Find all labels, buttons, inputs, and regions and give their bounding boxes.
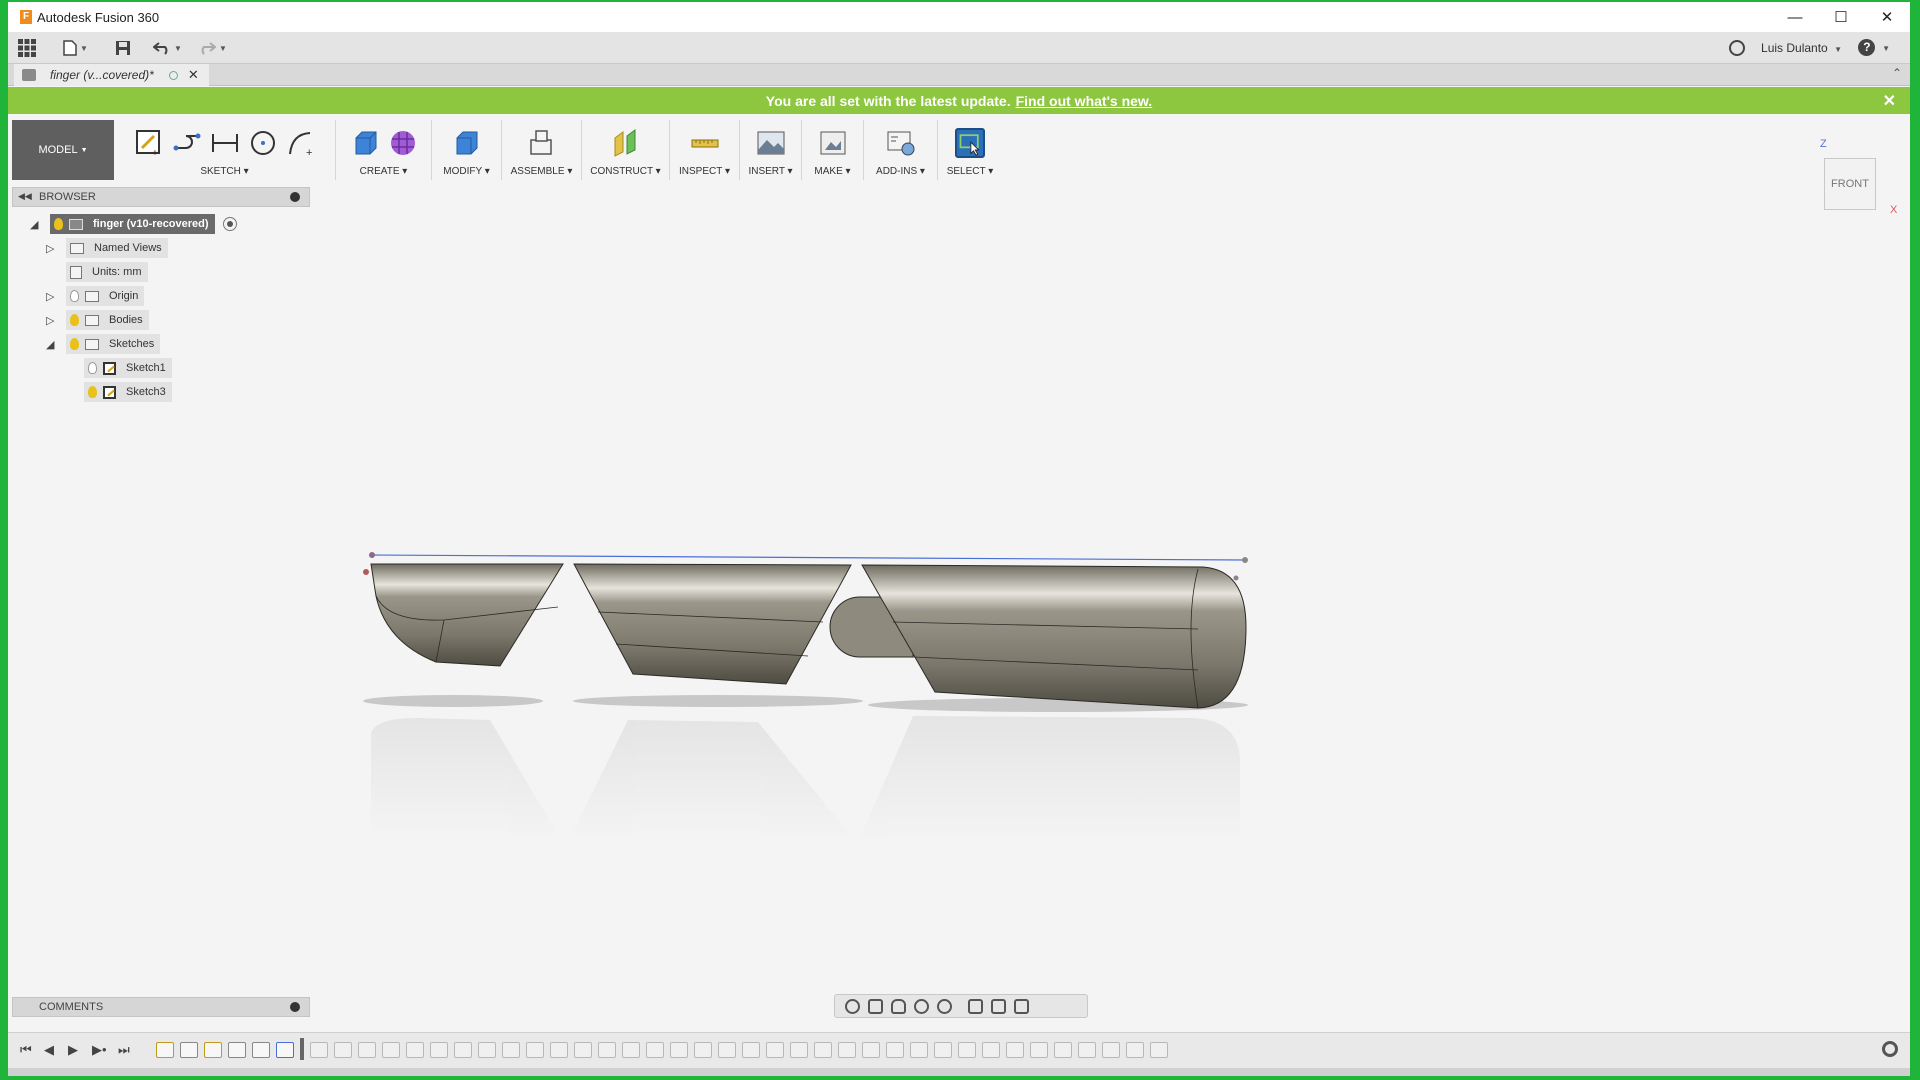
timeline-settings-gear-icon[interactable] — [1882, 1041, 1898, 1057]
timeline-suppressed-feature[interactable] — [910, 1042, 928, 1058]
timeline-sketch-feature[interactable] — [204, 1042, 222, 1058]
timeline-first-icon[interactable]: ⏮ — [20, 1042, 32, 1058]
finger-segment-1[interactable] — [370, 563, 564, 667]
timeline-suppressed-feature[interactable] — [1126, 1042, 1144, 1058]
timeline-suppressed-feature[interactable] — [742, 1042, 760, 1058]
timeline-suppressed-feature[interactable] — [814, 1042, 832, 1058]
timeline-extrude-feature[interactable] — [180, 1042, 198, 1058]
timeline-sketch-feature[interactable] — [156, 1042, 174, 1058]
timeline-suppressed-feature[interactable] — [1150, 1042, 1168, 1058]
timeline-suppressed-feature[interactable] — [718, 1042, 736, 1058]
comments-title: COMMENTS — [39, 1001, 104, 1013]
timeline-suppressed-feature[interactable] — [670, 1042, 688, 1058]
timeline-suppressed-feature[interactable] — [982, 1042, 1000, 1058]
timeline-next-icon[interactable]: ▶• — [92, 1042, 107, 1058]
timeline-suppressed-feature[interactable] — [502, 1042, 520, 1058]
timeline-last-icon[interactable]: ⏭ — [118, 1042, 130, 1058]
timeline-marker[interactable] — [300, 1038, 304, 1060]
zoom-icon[interactable] — [914, 998, 929, 1014]
timeline-suppressed-feature[interactable] — [1030, 1042, 1048, 1058]
orbit-icon[interactable] — [845, 998, 860, 1014]
timeline-suppressed-feature[interactable] — [382, 1042, 400, 1058]
model-shadow — [573, 695, 863, 707]
timeline-suppressed-feature[interactable] — [406, 1042, 424, 1058]
timeline-suppressed-feature[interactable] — [1102, 1042, 1120, 1058]
timeline-suppressed-feature[interactable] — [886, 1042, 904, 1058]
model-viewport[interactable] — [8, 2, 1910, 1076]
timeline-suppressed-feature[interactable] — [574, 1042, 592, 1058]
comments-panel-header[interactable]: COMMENTS — [12, 997, 310, 1017]
timeline-suppressed-feature[interactable] — [550, 1042, 568, 1058]
timeline-features — [156, 1038, 1168, 1060]
timeline-extrude-feature[interactable] — [228, 1042, 246, 1058]
timeline-suppressed-feature[interactable] — [1006, 1042, 1024, 1058]
model-reflection — [371, 716, 1240, 842]
pan-hand-icon[interactable] — [891, 998, 906, 1014]
timeline-suppressed-feature[interactable] — [454, 1042, 472, 1058]
finger-segment-3[interactable] — [861, 564, 1247, 709]
timeline-suppressed-feature[interactable] — [646, 1042, 664, 1058]
timeline-suppressed-feature[interactable] — [958, 1042, 976, 1058]
timeline-fillet-feature[interactable] — [276, 1042, 294, 1058]
finger-segment-2[interactable] — [573, 563, 852, 685]
look-at-icon[interactable] — [868, 998, 883, 1014]
bottom-strip — [8, 1068, 1910, 1076]
timeline-suppressed-feature[interactable] — [862, 1042, 880, 1058]
timeline-suppressed-feature[interactable] — [334, 1042, 352, 1058]
timeline-suppressed-feature[interactable] — [694, 1042, 712, 1058]
grid-settings-icon[interactable] — [991, 998, 1006, 1014]
zoom-window-icon[interactable] — [937, 998, 952, 1014]
timeline-suppressed-feature[interactable] — [1078, 1042, 1096, 1058]
timeline-suppressed-feature[interactable] — [790, 1042, 808, 1058]
timeline-suppressed-feature[interactable] — [1054, 1042, 1072, 1058]
navigation-bar — [834, 994, 1088, 1018]
model-shadow — [363, 695, 543, 707]
timeline-play-icon[interactable]: ▶ — [68, 1042, 78, 1058]
timeline-suppressed-feature[interactable] — [934, 1042, 952, 1058]
display-settings-icon[interactable] — [968, 998, 983, 1014]
timeline-suppressed-feature[interactable] — [838, 1042, 856, 1058]
add-comment-icon[interactable] — [290, 1002, 300, 1012]
timeline-suppressed-feature[interactable] — [358, 1042, 376, 1058]
timeline-suppressed-feature[interactable] — [526, 1042, 544, 1058]
timeline-suppressed-feature[interactable] — [430, 1042, 448, 1058]
timeline-suppressed-feature[interactable] — [310, 1042, 328, 1058]
timeline-suppressed-feature[interactable] — [598, 1042, 616, 1058]
timeline-suppressed-feature[interactable] — [478, 1042, 496, 1058]
timeline-extrude-feature[interactable] — [252, 1042, 270, 1058]
timeline-previous-icon[interactable]: ◀ — [44, 1042, 54, 1058]
viewports-icon[interactable] — [1014, 998, 1029, 1014]
timeline-suppressed-feature[interactable] — [766, 1042, 784, 1058]
app-window: F Autodesk Fusion 360 — ☐ ✕ ▼ ▼ ▼ Luis D — [8, 2, 1910, 1076]
timeline-bar: ⏮ ◀ ▶ ▶• ⏭ — [8, 1032, 1910, 1068]
timeline-suppressed-feature[interactable] — [622, 1042, 640, 1058]
